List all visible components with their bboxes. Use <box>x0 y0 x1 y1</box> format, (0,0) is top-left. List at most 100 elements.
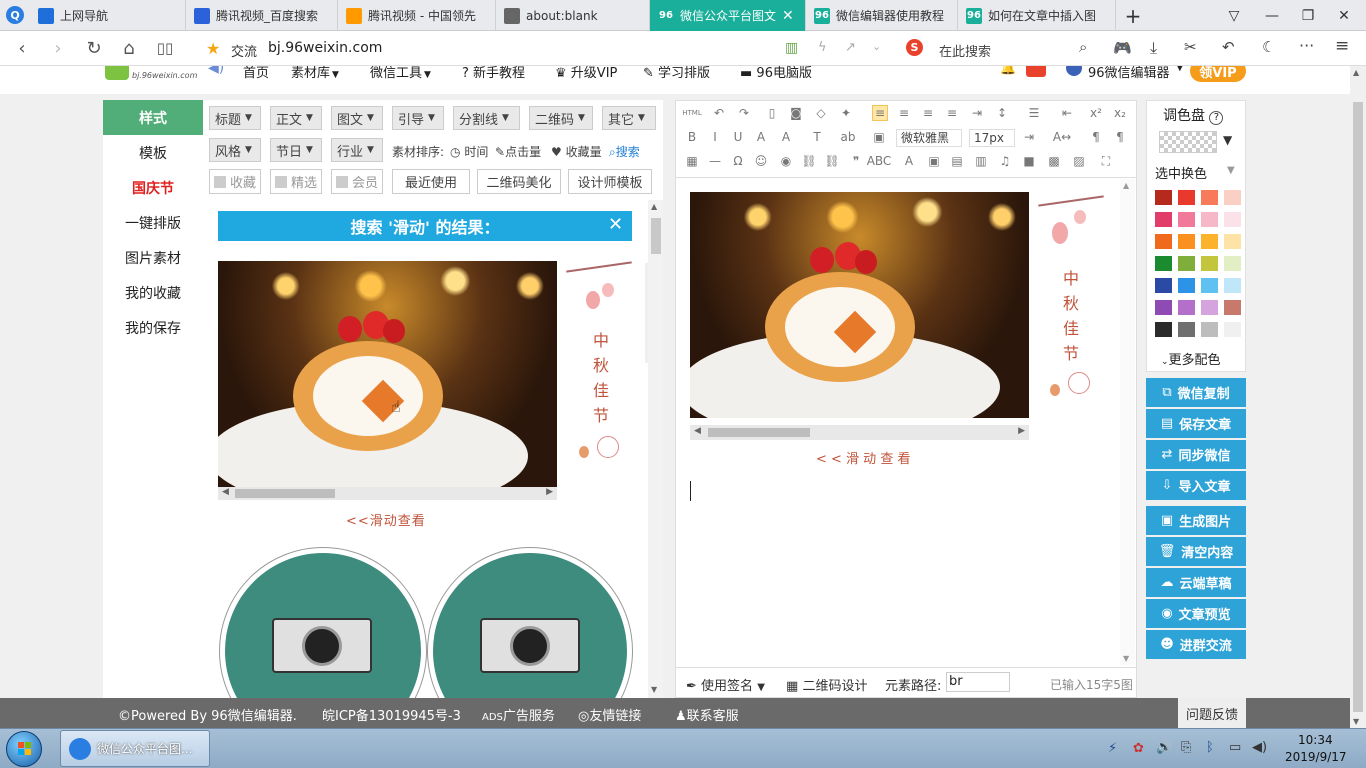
filter-6[interactable]: 二维码 ▼ <box>529 106 593 130</box>
game-icon[interactable]: 🎮 <box>1113 39 1132 57</box>
nav-item-my-favorites[interactable]: 我的收藏 <box>103 275 203 310</box>
spell-icon[interactable]: ABC <box>867 153 892 169</box>
color-swatch[interactable] <box>1201 234 1218 249</box>
tab-1[interactable]: 上网导航 <box>30 0 186 31</box>
paragraph-icon[interactable]: ⇤ <box>1059 105 1075 121</box>
text-caret[interactable] <box>690 481 691 501</box>
close-window-button[interactable]: ✕ <box>1326 0 1362 31</box>
color-swatch[interactable] <box>1155 322 1172 337</box>
line-height-icon[interactable]: ↕ <box>994 105 1010 121</box>
tab-3[interactable]: 腾讯视频 - 中国领先 <box>338 0 496 31</box>
friend-links-link[interactable]: ◎友情链接 <box>578 705 641 724</box>
sort-time[interactable]: ◷ 时间 <box>450 143 488 160</box>
action-6[interactable]: 🗑 清空内容 <box>1146 537 1246 566</box>
browser-logo-icon[interactable]: Q <box>6 6 24 24</box>
tray-monitor-icon[interactable]: ▭ <box>1229 740 1241 755</box>
color-swatch[interactable] <box>1201 190 1218 205</box>
indent-more-icon[interactable]: ⇥ <box>1021 129 1037 145</box>
color-swatch[interactable] <box>1224 212 1241 227</box>
color-swatch[interactable] <box>1201 300 1218 315</box>
nav-item-image-material[interactable]: 图片素材 <box>103 240 203 275</box>
star-icon[interactable]: ★ <box>206 39 220 58</box>
color-swatch[interactable] <box>1155 190 1172 205</box>
fullscreen-icon[interactable]: ⛶ <box>1098 153 1114 169</box>
camera-image-2[interactable] <box>427 547 633 698</box>
filter-check-3[interactable]: 会员 <box>331 169 383 194</box>
box-icon[interactable]: ▩ <box>1046 153 1062 169</box>
hr-icon[interactable]: — <box>707 153 723 169</box>
clock-time[interactable]: 10:34 <box>1298 733 1333 747</box>
align-center-icon[interactable]: ≡ <box>896 105 912 121</box>
more-colors-link[interactable]: ⌄更多配色 <box>1161 349 1221 368</box>
template-icon[interactable]: ▨ <box>1071 153 1087 169</box>
action-1[interactable]: ⧉ 微信复制 <box>1146 378 1246 407</box>
color-swatch[interactable] <box>1178 234 1195 249</box>
omega-icon[interactable]: Ω <box>730 153 746 169</box>
favorite-label[interactable]: 交流 <box>231 41 257 60</box>
tray-bluetooth-icon[interactable]: ᛒ <box>1206 740 1214 755</box>
signature-button[interactable]: ✒ 使用签名 ▼ <box>686 675 765 694</box>
transparent-swatch[interactable] <box>1159 131 1217 153</box>
color-swatch[interactable] <box>1178 256 1195 271</box>
editor-vertical-scrollbar[interactable]: ▲ ▼ <box>1120 179 1135 665</box>
picture-icon[interactable]: ▣ <box>926 153 942 169</box>
table-icon[interactable]: ▦ <box>684 153 700 169</box>
magic-icon[interactable]: ✦ <box>838 105 854 121</box>
html-icon[interactable]: HTML <box>682 105 701 121</box>
insert-image-icon[interactable]: ▥ <box>973 153 989 169</box>
filter-7[interactable]: 其它 ▼ <box>602 106 656 130</box>
filter-button-3[interactable]: 设计师模板 <box>568 169 652 194</box>
color-swatch[interactable] <box>1201 212 1218 227</box>
action-2[interactable]: ▤ 保存文章 <box>1146 409 1246 438</box>
filter-row2-1[interactable]: 风格 ▼ <box>209 138 261 162</box>
emoji-icon[interactable]: ☺ <box>753 153 769 169</box>
color-swatch[interactable] <box>1224 278 1241 293</box>
bold-icon[interactable]: B <box>684 129 700 145</box>
start-button[interactable] <box>6 731 42 767</box>
tab-2[interactable]: 腾讯视频_百度搜索 <box>186 0 338 31</box>
tray-network-icon[interactable]: ⚡ <box>1108 741 1117 756</box>
filter-2[interactable]: 正文 ▼ <box>270 106 322 130</box>
share-icon[interactable]: ↗ <box>845 40 856 55</box>
color-swatch[interactable] <box>1224 190 1241 205</box>
help-icon[interactable]: ? <box>1209 111 1224 125</box>
filter-1[interactable]: 标题 ▼ <box>209 106 261 130</box>
nav-item-template[interactable]: 模板 <box>103 135 203 170</box>
ad-service-link[interactable]: ADS广告服务 <box>482 705 555 724</box>
element-path-select[interactable]: br <box>946 672 1010 692</box>
site-nav-5[interactable]: ♛ 升级VIP <box>555 66 617 81</box>
underline-icon[interactable]: U <box>730 129 746 145</box>
tray-usb-icon[interactable]: ⎘ <box>1181 740 1191 755</box>
feedback-button[interactable]: 问题反馈 <box>1178 698 1246 728</box>
close-results-icon[interactable]: ✕ <box>608 214 623 235</box>
filter-3[interactable]: 图文 ▼ <box>331 106 383 130</box>
action-3[interactable]: ⇄ 同步微信 <box>1146 440 1246 469</box>
tab-5[interactable]: 96 微信公众平台图文 ✕ <box>650 0 806 31</box>
reader-icon[interactable]: ▯▯ <box>153 37 177 59</box>
action-8[interactable]: ◉ 文章预览 <box>1146 599 1246 628</box>
user-name[interactable]: 96微信编辑器 <box>1088 66 1170 81</box>
unlink-icon[interactable]: ⛓ <box>824 153 840 169</box>
align-left-icon[interactable]: ≡ <box>872 105 888 121</box>
color-swatch[interactable] <box>1155 300 1172 315</box>
taskbar-browser-window[interactable]: 微信公众平台图... <box>60 730 210 767</box>
color-swatch[interactable] <box>1155 212 1172 227</box>
home-icon[interactable]: ⌂ <box>117 37 141 59</box>
search-link[interactable]: ⌕搜索 <box>609 143 640 160</box>
color-swatch[interactable] <box>1201 278 1218 293</box>
sogou-search-icon[interactable]: S <box>906 39 923 56</box>
quote-icon[interactable]: ❞ <box>848 153 864 169</box>
font-border-icon[interactable]: A <box>753 129 769 145</box>
music-icon[interactable]: ♫ <box>997 153 1013 169</box>
color-swatch[interactable] <box>1178 300 1195 315</box>
filter-row2-2[interactable]: 节日 ▼ <box>270 138 322 162</box>
search-icon[interactable]: ⌕ <box>1079 38 1087 56</box>
search-field[interactable]: 在此搜索 <box>939 41 991 60</box>
site-nav-1[interactable]: 首页 <box>243 66 269 81</box>
results-vertical-scrollbar[interactable]: ▲ ▼ <box>648 200 663 698</box>
site-nav-4[interactable]: ? 新手教程 <box>462 66 525 81</box>
filter-check-2[interactable]: 精选 <box>270 169 322 194</box>
color-swatch[interactable] <box>1178 190 1195 205</box>
editor-cake-photo[interactable] <box>690 192 1029 418</box>
minimize-button[interactable]: — <box>1254 0 1290 31</box>
